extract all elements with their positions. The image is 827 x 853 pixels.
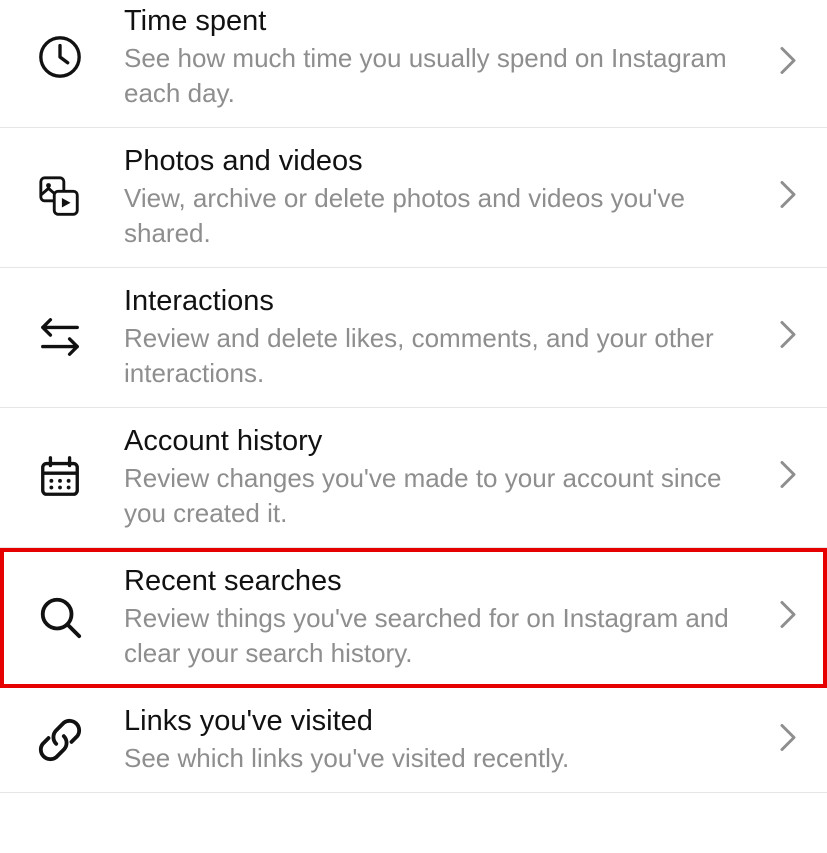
item-links-visited[interactable]: Links you've visited See which links you… <box>0 688 827 793</box>
item-title: Interactions <box>124 284 753 319</box>
item-photos-videos[interactable]: Photos and videos View, archive or delet… <box>0 128 827 268</box>
chevron-right-icon <box>779 47 797 80</box>
arrows-icon <box>32 309 88 365</box>
item-content: Interactions Review and delete likes, co… <box>124 284 803 391</box>
item-content: Photos and videos View, archive or delet… <box>124 144 803 251</box>
item-title: Links you've visited <box>124 704 753 739</box>
chevron-right-icon <box>779 723 797 756</box>
item-account-history[interactable]: Account history Review changes you've ma… <box>0 408 827 548</box>
media-icon <box>32 169 88 225</box>
chevron-right-icon <box>779 321 797 354</box>
item-desc: See which links you've visited recently. <box>124 741 753 776</box>
chevron-right-icon <box>779 461 797 494</box>
item-content: Account history Review changes you've ma… <box>124 424 803 531</box>
item-interactions[interactable]: Interactions Review and delete likes, co… <box>0 268 827 408</box>
item-recent-searches[interactable]: Recent searches Review things you've sea… <box>0 548 827 688</box>
item-content: Recent searches Review things you've sea… <box>124 564 803 671</box>
item-desc: See how much time you usually spend on I… <box>124 41 753 111</box>
chevron-right-icon <box>779 601 797 634</box>
item-content: Time spent See how much time you usually… <box>124 4 803 111</box>
search-icon <box>32 589 88 645</box>
item-title: Photos and videos <box>124 144 753 179</box>
item-desc: Review things you've searched for on Ins… <box>124 601 753 671</box>
calendar-icon <box>32 449 88 505</box>
item-desc: View, archive or delete photos and video… <box>124 181 753 251</box>
item-time-spent[interactable]: Time spent See how much time you usually… <box>0 0 827 128</box>
item-content: Links you've visited See which links you… <box>124 704 803 776</box>
chevron-right-icon <box>779 181 797 214</box>
item-desc: Review and delete likes, comments, and y… <box>124 321 753 391</box>
item-title: Recent searches <box>124 564 753 599</box>
item-title: Account history <box>124 424 753 459</box>
item-title: Time spent <box>124 4 753 39</box>
clock-icon <box>32 29 88 85</box>
settings-list: Time spent See how much time you usually… <box>0 0 827 793</box>
item-desc: Review changes you've made to your accou… <box>124 461 753 531</box>
link-icon <box>32 712 88 768</box>
